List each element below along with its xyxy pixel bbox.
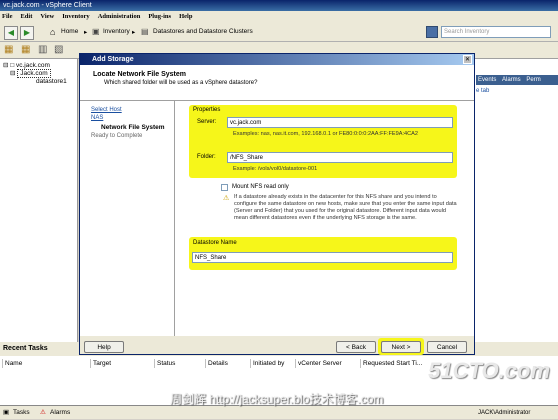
tab-events[interactable]: Events <box>478 77 496 83</box>
column-name[interactable]: Name <box>2 359 85 368</box>
menu-bar: File Edit View Inventory Administration Plug-… <box>0 11 558 22</box>
tree-label-vcenter: vc.jack.com <box>15 62 50 69</box>
column-vcenter-server[interactable]: vCenter Server <box>295 359 360 368</box>
column-details[interactable]: Details <box>205 359 248 368</box>
help-button[interactable]: Help <box>84 341 124 353</box>
add-storage-dialog: Add Storage ✕ Locate Network File System… <box>79 53 475 355</box>
breadcrumb-separator: ▸ <box>132 29 136 36</box>
dialog-header: Locate Network File System Which shared … <box>80 65 474 101</box>
menu-help[interactable]: Help <box>179 13 192 20</box>
menu-file[interactable]: File <box>2 13 12 20</box>
tab-alarms[interactable]: Alarms <box>502 77 521 83</box>
column-status[interactable]: Status <box>154 359 202 368</box>
step-network-file-system: Network File System <box>101 124 165 131</box>
inventory-tree: ⊟ □ vc.jack.com ⊟ Jack.com datastore1 <box>0 59 78 342</box>
column-requested-start[interactable]: Requested Start Ti... <box>360 359 433 368</box>
inventory-icon: ▣ <box>92 27 100 36</box>
server-input[interactable]: vc.jack.com <box>227 117 453 128</box>
back-button[interactable]: < Back <box>336 341 376 353</box>
watermark-credit: 周剑辉 http://jacksuper.blo技术博客.com <box>170 392 384 406</box>
datastore-cluster-icon[interactable]: ▥ <box>38 44 47 55</box>
datastore-name-input[interactable]: NFS_Share <box>192 252 453 263</box>
menu-administration[interactable]: Administration <box>98 13 141 20</box>
new-datastore-icon[interactable]: ▦ <box>4 44 13 55</box>
navigation-toolbar: ◀ ▶ ⌂ Home ▸ ▣ Inventory ▸ ▤ Datastores … <box>0 22 558 42</box>
close-icon[interactable]: ✕ <box>463 55 472 64</box>
tree-node-datastore[interactable]: datastore1 <box>36 78 67 85</box>
wizard-steps: Select Host NAS Network File System Read… <box>80 101 175 336</box>
mount-readonly-checkbox[interactable] <box>221 184 228 191</box>
server-label: Server: <box>197 119 217 125</box>
properties-group <box>189 105 457 178</box>
breadcrumb-inventory[interactable]: Inventory <box>103 28 130 35</box>
mount-readonly-label: Mount NFS read only <box>232 184 289 190</box>
tasks-button[interactable]: Tasks <box>13 406 30 420</box>
step-ready-to-complete: Ready to Complete <box>91 133 143 139</box>
logged-in-user: JACK\Administrator <box>478 410 531 416</box>
wizard-content: Properties Server: vc.jack.com Examples:… <box>175 101 474 336</box>
folder-label: Folder: <box>197 154 216 160</box>
tree-label-datacenter: Jack.com <box>17 69 51 78</box>
close-tab-link[interactable]: e tab <box>476 88 489 94</box>
alarms-icon: ⚠ <box>40 409 46 416</box>
menu-edit[interactable]: Edit <box>20 13 32 20</box>
window-titlebar: vc.jack.com - vSphere Client <box>0 0 558 11</box>
server-examples: Examples: nas, nas.it.com, 192.168.0.1 o… <box>233 131 418 137</box>
tree-node-vcenter[interactable]: ⊟ □ vc.jack.com <box>3 61 50 69</box>
tab-strip: Events Alarms Perm <box>476 75 558 85</box>
alarms-button[interactable]: Alarms <box>50 406 70 420</box>
watermark-logo: 51CTO.com <box>428 358 550 383</box>
cancel-button[interactable]: Cancel <box>427 341 467 353</box>
datastore-icon: ▤ <box>141 27 149 36</box>
next-button[interactable]: Next > <box>381 341 421 353</box>
status-bar: ▣ Tasks ⚠ Alarms JACK\Administrator <box>0 405 558 419</box>
menu-inventory[interactable]: Inventory <box>62 13 89 20</box>
new-folder-icon[interactable]: ▦ <box>21 44 30 55</box>
warning-icon: ⚠ <box>223 195 230 202</box>
back-arrow-icon[interactable]: ◀ <box>4 26 18 40</box>
forward-arrow-icon[interactable]: ▶ <box>20 26 34 40</box>
column-initiated-by[interactable]: Initiated by <box>250 359 298 368</box>
wizard-step-title: Locate Network File System <box>93 71 186 78</box>
home-icon[interactable]: ⌂ <box>50 27 55 37</box>
breadcrumb-home[interactable]: Home <box>61 28 78 35</box>
wizard-step-subtitle: Which shared folder will be used as a vS… <box>104 80 258 86</box>
tree-node-datacenter[interactable]: ⊟ Jack.com <box>10 69 51 78</box>
search-input[interactable]: Search Inventory <box>441 26 551 38</box>
warning-text: If a datastore already exists in the dat… <box>234 194 457 221</box>
datastore-name-label: Datastore Name <box>193 240 237 246</box>
folder-input[interactable]: /NFS_Share <box>227 152 453 163</box>
details-pane: Events Alarms Perm e tab <box>470 59 558 342</box>
step-nas[interactable]: NAS <box>91 115 103 121</box>
properties-label: Properties <box>193 107 221 113</box>
menu-view[interactable]: View <box>40 13 54 20</box>
search-scope-icon[interactable] <box>426 26 438 38</box>
tasks-icon: ▣ <box>3 409 10 416</box>
tree-label-datastore: datastore1 <box>36 78 67 85</box>
menu-plugins[interactable]: Plug-ins <box>148 13 171 20</box>
tab-permissions[interactable]: Perm <box>526 77 540 83</box>
storage-icon[interactable]: ▧ <box>54 44 63 55</box>
window-title: vc.jack.com - vSphere Client <box>3 2 92 9</box>
step-select-host[interactable]: Select Host <box>91 107 122 113</box>
breadcrumb-separator: ▸ <box>84 29 88 36</box>
column-target[interactable]: Target <box>90 359 153 368</box>
dialog-titlebar: Add Storage <box>80 54 474 65</box>
dialog-title: Add Storage <box>92 56 134 63</box>
breadcrumb-datastores[interactable]: Datastores and Datastore Clusters <box>153 28 253 35</box>
folder-example: Example: /vols/vol0/datastore-001 <box>233 166 318 172</box>
